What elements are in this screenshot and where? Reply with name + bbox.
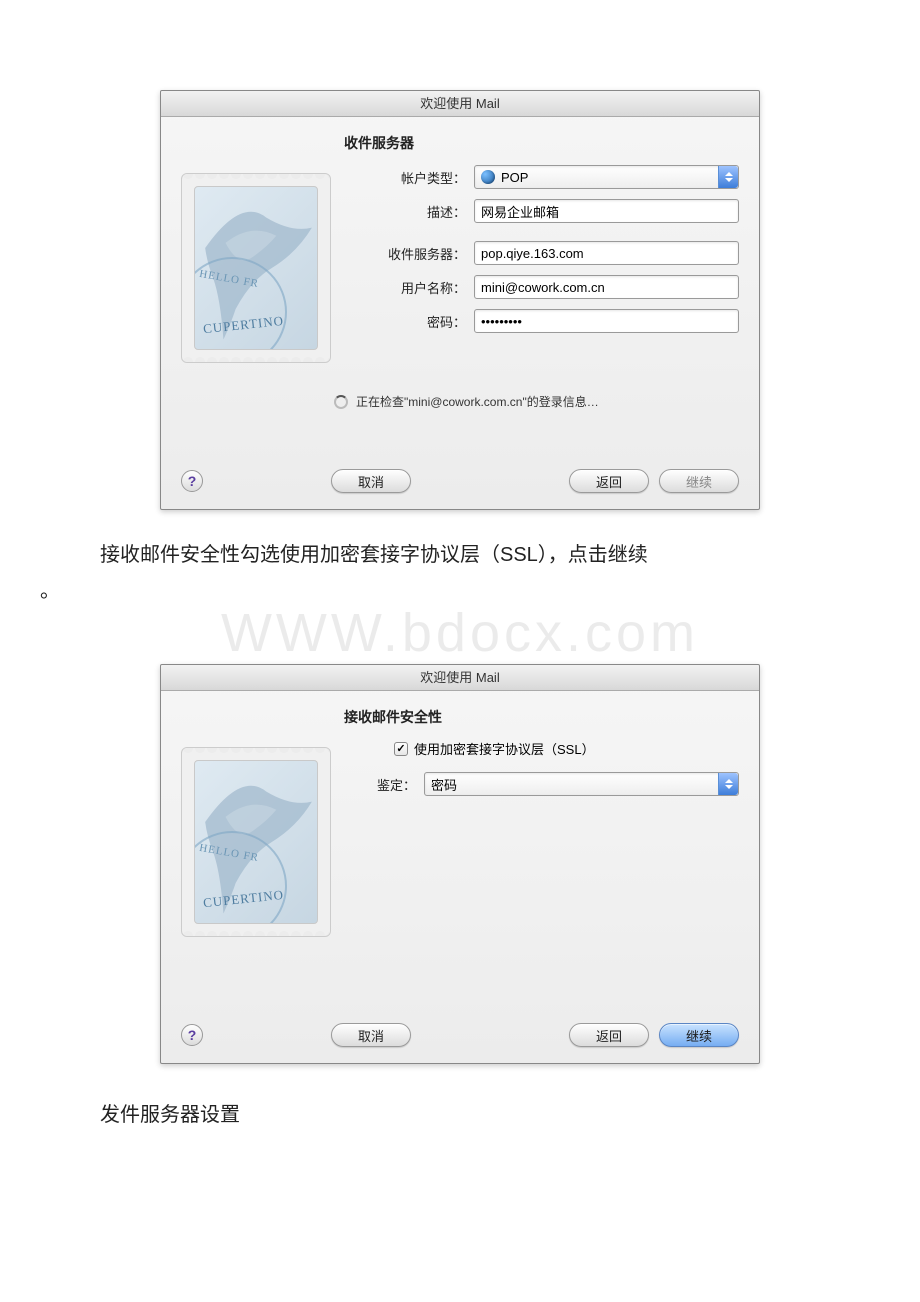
row-password: 密码：: [344, 309, 739, 333]
button-bar: ? 取消 返回 继续: [161, 457, 759, 509]
continue-button[interactable]: 继续: [659, 1023, 739, 1047]
continue-button[interactable]: 继续: [659, 469, 739, 493]
row-account-type: 帐户类型： POP: [344, 165, 739, 189]
account-type-value: POP: [501, 170, 528, 185]
stamp-icon: HELLO FR CUPERTINO: [181, 747, 331, 937]
ssl-checkbox-label: 使用加密套接字协议层（SSL）: [414, 739, 595, 758]
caption-outgoing: 发件服务器设置: [100, 1100, 880, 1130]
caption-period: 。: [40, 576, 880, 606]
stamp-image: HELLO FR CUPERTINO: [194, 760, 318, 924]
row-auth: 鉴定： 密码: [344, 772, 739, 796]
back-button[interactable]: 返回: [569, 1023, 649, 1047]
stamp-area: HELLO FR CUPERTINO: [181, 133, 336, 457]
mail-setup-dialog-security: 欢迎使用 Mail HELLO FR CUPERTINO 接收邮件安全性 ✓: [160, 664, 760, 1064]
globe-icon: [481, 170, 495, 184]
help-button[interactable]: ?: [181, 1024, 203, 1046]
stamp-icon: HELLO FR CUPERTINO: [181, 173, 331, 363]
window-titlebar: 欢迎使用 Mail: [161, 91, 759, 117]
sheet-title: 接收邮件安全性: [344, 707, 739, 727]
label-incoming-server: 收件服务器：: [344, 244, 474, 263]
cancel-button[interactable]: 取消: [331, 469, 411, 493]
status-row: 正在检查"mini@cowork.com.cn"的登录信息…: [334, 393, 739, 410]
help-button[interactable]: ?: [181, 470, 203, 492]
auth-dropdown[interactable]: 密码: [424, 772, 739, 796]
description-input[interactable]: [474, 199, 739, 223]
stamp-area: HELLO FR CUPERTINO: [181, 707, 336, 1011]
form-area: 收件服务器 帐户类型： POP 描述： 收件服务器：: [336, 133, 739, 457]
password-input[interactable]: [474, 309, 739, 333]
row-description: 描述：: [344, 199, 739, 223]
window-titlebar: 欢迎使用 Mail: [161, 665, 759, 691]
window-title: 欢迎使用 Mail: [420, 96, 499, 111]
auth-value: 密码: [431, 775, 457, 794]
dropdown-arrow-icon: [718, 773, 738, 795]
dialog-content: HELLO FR CUPERTINO 接收邮件安全性 ✓ 使用加密套接字协议层（…: [161, 691, 759, 1011]
dialog-content: HELLO FR CUPERTINO 收件服务器 帐户类型： POP 描述：: [161, 117, 759, 457]
row-incoming-server: 收件服务器：: [344, 241, 739, 265]
label-description: 描述：: [344, 202, 474, 221]
label-account-type: 帐户类型：: [344, 168, 474, 187]
watermark-text: WWW.bdocx.com: [40, 602, 880, 664]
label-auth: 鉴定：: [344, 775, 424, 794]
account-type-dropdown[interactable]: POP: [474, 165, 739, 189]
label-username: 用户名称：: [344, 278, 474, 297]
ssl-checkbox[interactable]: ✓: [394, 742, 408, 756]
row-username: 用户名称：: [344, 275, 739, 299]
status-text: 正在检查"mini@cowork.com.cn"的登录信息…: [356, 393, 599, 410]
back-button[interactable]: 返回: [569, 469, 649, 493]
button-bar: ? 取消 返回 继续: [161, 1011, 759, 1063]
form-area: 接收邮件安全性 ✓ 使用加密套接字协议层（SSL） 鉴定： 密码: [336, 707, 739, 1011]
username-input[interactable]: [474, 275, 739, 299]
spinner-icon: [334, 395, 348, 409]
incoming-server-input[interactable]: [474, 241, 739, 265]
window-title: 欢迎使用 Mail: [420, 670, 499, 685]
label-password: 密码：: [344, 312, 474, 331]
ssl-checkbox-row: ✓ 使用加密套接字协议层（SSL）: [394, 739, 739, 758]
caption-ssl-instruction: 接收邮件安全性勾选使用加密套接字协议层（SSL），点击继续: [40, 540, 880, 570]
cancel-button[interactable]: 取消: [331, 1023, 411, 1047]
stamp-image: HELLO FR CUPERTINO: [194, 186, 318, 350]
mail-setup-dialog-incoming: 欢迎使用 Mail HELLO FR CUPERTINO 收件服务器 帐户类型：: [160, 90, 760, 510]
dropdown-arrow-icon: [718, 166, 738, 188]
sheet-title: 收件服务器: [344, 133, 739, 153]
